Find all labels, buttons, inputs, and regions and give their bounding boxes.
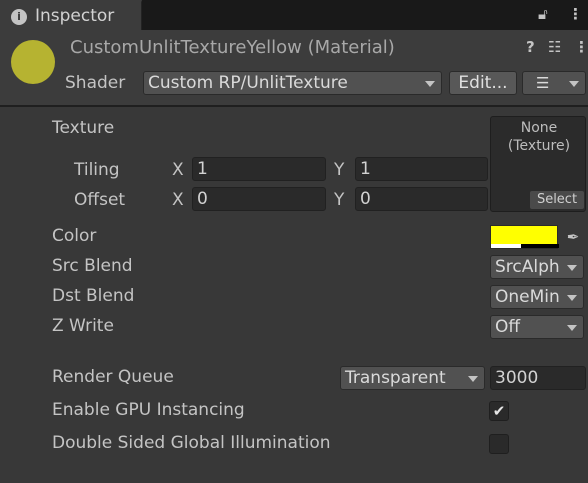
texture-slot[interactable]: None (Texture) Select — [490, 116, 586, 212]
gpu-instancing-checkbox[interactable]: ✔ — [489, 401, 509, 421]
texture-slot-type: (Texture) — [507, 138, 571, 154]
gpu-instancing-label: Enable GPU Instancing — [52, 400, 245, 420]
texture-label: Texture — [52, 118, 115, 138]
help-icon[interactable]: ? — [526, 38, 535, 56]
eyedropper-icon[interactable]: ✒︎ — [561, 225, 585, 249]
src-blend-label: Src Blend — [52, 256, 133, 276]
color-alpha-bar — [491, 244, 559, 248]
render-queue-label: Render Queue — [52, 367, 174, 387]
tiling-x-field[interactable]: 1 — [192, 157, 326, 181]
double-sided-gi-label: Double Sided Global Illumination — [52, 433, 331, 453]
color-field[interactable] — [490, 225, 559, 249]
shader-dropdown[interactable]: Custom RP/UnlitTexture — [143, 71, 442, 95]
dst-blend-value: OneMin — [495, 287, 560, 307]
chevron-down-icon — [425, 81, 435, 87]
z-write-label: Z Write — [52, 316, 114, 336]
chevron-down-icon — [567, 265, 577, 271]
z-write-value: Off — [495, 317, 521, 337]
offset-label: Offset — [74, 190, 126, 210]
render-queue-dropdown[interactable]: Transparent — [340, 366, 485, 390]
offset-x-field[interactable]: 0 — [192, 187, 326, 211]
offset-y-label: Y — [334, 190, 345, 210]
preset-sliders-icon[interactable]: ☷ — [548, 38, 561, 56]
tab-inspector-label: Inspector — [35, 6, 115, 26]
kebab-menu-icon[interactable]: ⋮ — [574, 38, 588, 56]
src-blend-dropdown[interactable]: SrcAlph — [490, 255, 584, 279]
chevron-down-icon — [567, 295, 577, 301]
z-write-dropdown[interactable]: Off — [490, 315, 584, 339]
dst-blend-label: Dst Blend — [52, 286, 135, 306]
src-blend-value: SrcAlph — [495, 257, 560, 277]
dst-blend-dropdown[interactable]: OneMin — [490, 285, 584, 309]
tiling-x-label: X — [172, 160, 184, 180]
material-name: CustomUnlitTextureYellow (Material) — [70, 37, 395, 58]
offset-x-label: X — [172, 190, 184, 210]
tiling-label: Tiling — [74, 160, 120, 180]
lock-icon[interactable]: 🔓︎ — [538, 5, 548, 23]
shader-label: Shader — [65, 73, 126, 93]
shader-dropdown-value: Custom RP/UnlitTexture — [148, 73, 348, 93]
render-queue-preset: Transparent — [345, 368, 446, 388]
tiling-y-field[interactable]: 1 — [355, 157, 488, 181]
chevron-down-icon — [569, 81, 579, 87]
list-icon: ☰ — [536, 74, 550, 92]
info-icon: i — [11, 9, 27, 25]
texture-select-button[interactable]: Select — [530, 191, 584, 209]
header-divider — [0, 105, 588, 107]
offset-y-field[interactable]: 0 — [355, 187, 488, 211]
chevron-down-icon — [468, 376, 478, 382]
material-preview-swatch — [11, 40, 55, 84]
color-label: Color — [52, 226, 97, 246]
texture-slot-none: None — [520, 120, 558, 136]
shader-edit-button[interactable]: Edit... — [449, 71, 517, 95]
chevron-down-icon — [567, 325, 577, 331]
shader-list-dropdown[interactable]: ☰ — [522, 71, 586, 95]
kebab-menu-icon[interactable]: ⋮ — [568, 5, 583, 23]
checkmark-icon: ✔ — [492, 402, 506, 420]
tab-inspector[interactable]: i Inspector — [0, 0, 142, 30]
render-queue-field[interactable]: 3000 — [490, 366, 586, 390]
tab-bar: i Inspector 🔓︎ ⋮ — [0, 0, 588, 30]
double-sided-gi-checkbox[interactable] — [489, 434, 509, 454]
tiling-y-label: Y — [334, 160, 345, 180]
